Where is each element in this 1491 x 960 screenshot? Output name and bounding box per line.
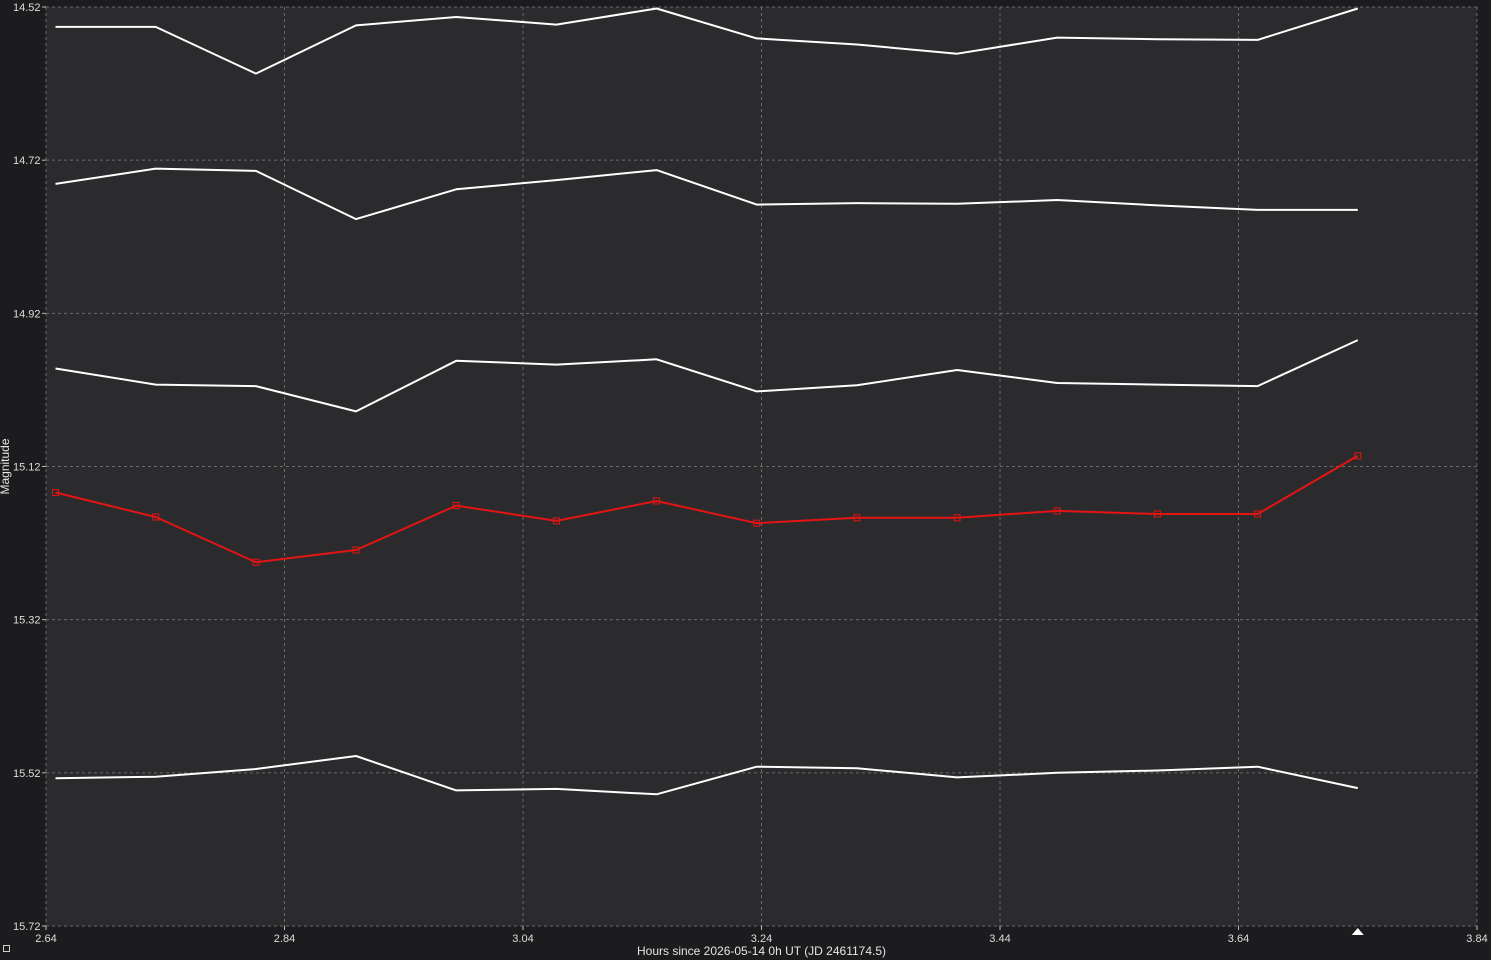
y-tick-label: 15.32 bbox=[13, 615, 41, 627]
y-tick-label: 14.92 bbox=[13, 308, 41, 320]
triangle-up-icon[interactable] bbox=[1351, 928, 1364, 935]
x-tick-label: 2.64 bbox=[35, 933, 56, 945]
x-tick-label: 3.84 bbox=[1466, 933, 1487, 945]
y-tick-label: 15.52 bbox=[13, 768, 41, 780]
y-tick-label: 14.52 bbox=[13, 2, 41, 14]
y-tick-label: 14.72 bbox=[13, 155, 41, 167]
y-tick-label: 15.12 bbox=[13, 462, 41, 474]
x-tick-label: 3.44 bbox=[989, 933, 1010, 945]
square-icon[interactable] bbox=[3, 945, 10, 952]
y-axis-title: Magnitude bbox=[0, 438, 12, 494]
x-tick-label: 2.84 bbox=[274, 933, 295, 945]
y-tick-label: 15.72 bbox=[13, 921, 41, 933]
x-tick-label: 3.04 bbox=[512, 933, 533, 945]
x-tick-label: 3.64 bbox=[1228, 933, 1249, 945]
x-axis-title: Hours since 2026-05-14 0h UT (JD 2461174… bbox=[637, 944, 886, 958]
light-curve-chart: 2.64 2.84 3.04 3.24 3.44 3.64 3.8414.5214.7214… bbox=[0, 2, 1488, 958]
